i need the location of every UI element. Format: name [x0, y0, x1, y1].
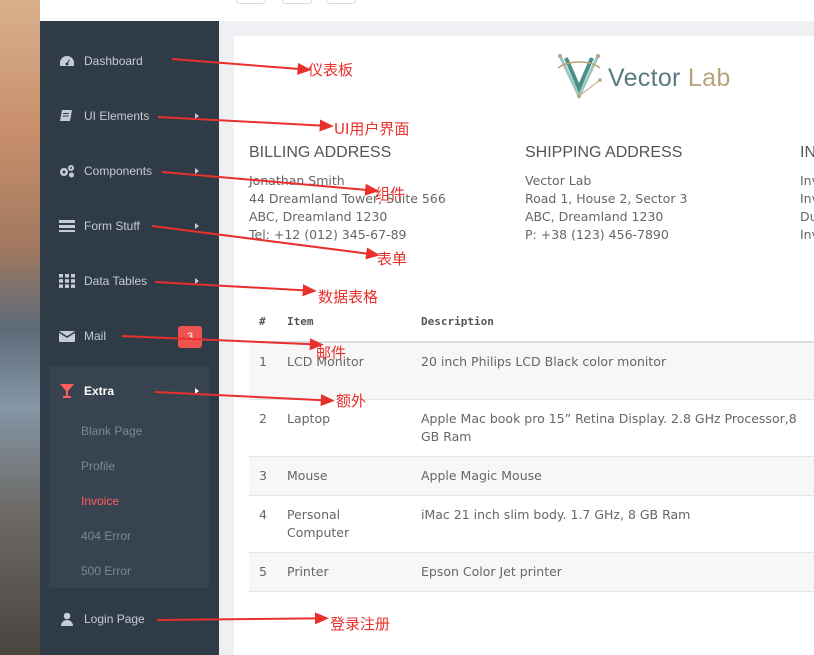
row-number: 1 [259, 354, 267, 369]
row-item: Printer [287, 564, 329, 579]
nav-extra[interactable]: Extra [40, 363, 219, 418]
nav-data-tables[interactable]: Data Tables [40, 253, 219, 308]
nav-label: Data Tables [84, 273, 148, 288]
billing-line: ABC, Dreamland 1230 [249, 209, 388, 224]
shipping-line: Road 1, House 2, Sector 3 [525, 191, 688, 206]
shipping-line: Vector Lab [525, 173, 592, 188]
row-item: Laptop [287, 411, 331, 426]
gears-icon [59, 164, 75, 178]
annotation-label: 数据表格 [318, 288, 379, 306]
book-icon [59, 109, 75, 123]
annotation-label: 表单 [377, 250, 408, 268]
chevron-right-icon [195, 222, 199, 229]
row-number: 5 [259, 564, 267, 579]
row-item: Personal Computer [287, 507, 350, 540]
row-item: Mouse [287, 468, 328, 483]
annotation-label: 额外 [336, 392, 367, 410]
dashboard-icon [59, 54, 75, 68]
form-icon [59, 219, 75, 233]
toolbar-button[interactable] [282, 0, 312, 4]
glass-icon [59, 383, 75, 398]
nav-label: UI Elements [84, 108, 150, 123]
column-header-number: # [259, 315, 266, 328]
sub-item-404-error[interactable]: 404 Error [81, 529, 131, 543]
invoice-info-heading: IN [800, 144, 814, 161]
nav-label: Components [84, 163, 153, 178]
logo-text: Vector Lab [608, 63, 731, 92]
column-header-item: Item [287, 315, 314, 328]
sub-item-500-error[interactable]: 500 Error [81, 564, 131, 578]
nav-label: Login Page [84, 611, 145, 626]
row-description: Apple Magic Mouse [421, 468, 542, 483]
logo-mark-icon [556, 50, 602, 106]
vector-lab-logo: Vector Lab [556, 50, 731, 106]
row-description: iMac 21 inch slim body. 1.7 GHz, 8 GB Ra… [421, 507, 691, 522]
annotation-label: 仪表板 [308, 61, 354, 79]
column-header-description: Description [421, 315, 494, 328]
nav-label: Dashboard [84, 53, 143, 68]
invoice-info-line: Inv [800, 227, 814, 242]
row-description: 20 inch Philips LCD Black color monitor [421, 354, 667, 369]
nav-form-stuff[interactable]: Form Stuff [40, 198, 219, 253]
invoice-info-line: Inv [800, 191, 814, 206]
top-bar [40, 0, 814, 21]
invoice-info-line: Du [800, 209, 814, 224]
shipping-line: P: +38 (123) 456-7890 [525, 227, 669, 242]
nav-label: Extra [84, 383, 115, 398]
table-row: 4 Personal Computer iMac 21 inch slim bo… [249, 496, 814, 553]
toolbar-button[interactable] [326, 0, 356, 4]
user-icon [59, 612, 75, 626]
billing-line: 44 Dreamland Tower, Suite 566 [249, 191, 446, 206]
invoice-info-line: Inv [800, 173, 814, 188]
annotation-label: 组件 [375, 185, 406, 203]
row-number: 3 [259, 468, 267, 483]
sub-item-profile[interactable]: Profile [81, 459, 115, 473]
envelope-icon [58, 329, 76, 343]
shipping-heading: SHIPPING ADDRESS [525, 144, 683, 161]
toolbar-button[interactable] [236, 0, 266, 4]
nav-components[interactable]: Components [40, 143, 219, 198]
annotation-label: UI用户界面 [334, 120, 410, 138]
sub-item-blank-page[interactable]: Blank Page [81, 424, 142, 438]
billing-heading: BILLING ADDRESS [249, 144, 392, 161]
annotation-label: 邮件 [316, 344, 347, 362]
table-row: 5 Printer Epson Color Jet printer [249, 553, 814, 592]
row-number: 4 [259, 507, 267, 522]
row-item: LCD Monitor [287, 354, 364, 369]
row-number: 2 [259, 411, 267, 426]
row-description: Epson Color Jet printer [421, 564, 562, 579]
table-row: 2 Laptop Apple Mac book pro 15” Retina D… [249, 400, 814, 457]
nav-ui-elements[interactable]: UI Elements [40, 88, 219, 143]
chevron-right-icon [195, 167, 199, 174]
nav-label: Mail [84, 328, 107, 343]
table-row: 3 Mouse Apple Magic Mouse [249, 457, 814, 496]
row-description: Apple Mac book pro 15” Retina Display. 2… [421, 411, 797, 444]
sub-item-invoice[interactable]: Invoice [81, 494, 119, 508]
nav-label: Form Stuff [84, 218, 140, 233]
grid-icon [59, 273, 75, 288]
shipping-line: ABC, Dreamland 1230 [525, 209, 664, 224]
background-photo [0, 0, 40, 655]
annotation-label: 登录注册 [330, 615, 391, 633]
